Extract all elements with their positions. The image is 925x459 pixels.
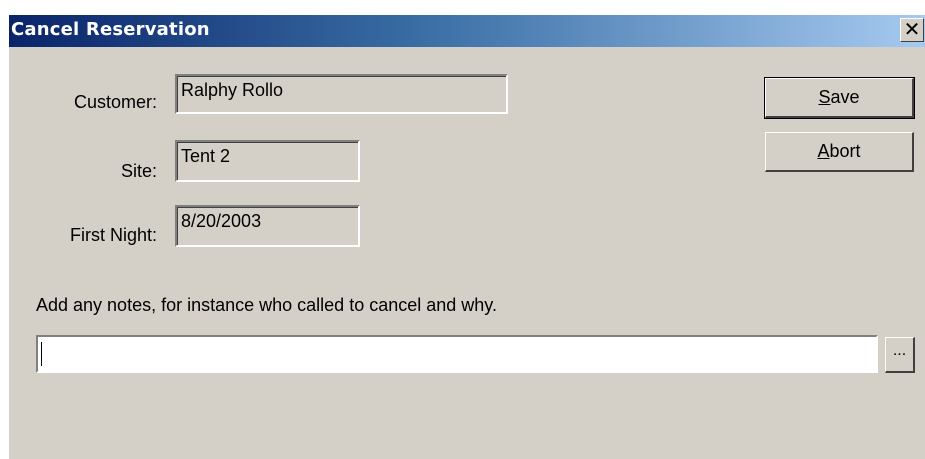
ellipsis-icon: ...: [892, 342, 907, 359]
abort-accelerator: A: [817, 141, 830, 161]
save-label: ave: [830, 87, 860, 107]
text-caret: [41, 342, 42, 366]
notes-input[interactable]: [36, 335, 878, 373]
abort-button[interactable]: Abort: [765, 132, 914, 172]
customer-field: Ralphy Rollo: [175, 74, 508, 114]
close-button[interactable]: ✕: [900, 18, 924, 42]
cancel-reservation-dialog: Cancel Reservation ✕ Customer: Ralphy Ro…: [8, 14, 925, 459]
close-icon: ✕: [903, 17, 921, 41]
first-night-field: 8/20/2003: [175, 205, 360, 247]
title-bar: Cancel Reservation ✕: [9, 15, 925, 47]
site-label: Site:: [120, 161, 157, 181]
notes-instructions: Add any notes, for instance who called t…: [36, 295, 497, 315]
save-button[interactable]: Save: [764, 77, 915, 119]
site-field: Tent 2: [175, 140, 360, 182]
save-accelerator: S: [818, 87, 831, 107]
abort-label: bort: [829, 141, 861, 161]
browse-notes-button[interactable]: ...: [885, 337, 915, 373]
customer-label: Customer:: [73, 92, 157, 112]
first-night-label: First Night:: [69, 225, 157, 245]
window-title: Cancel Reservation: [11, 19, 210, 40]
